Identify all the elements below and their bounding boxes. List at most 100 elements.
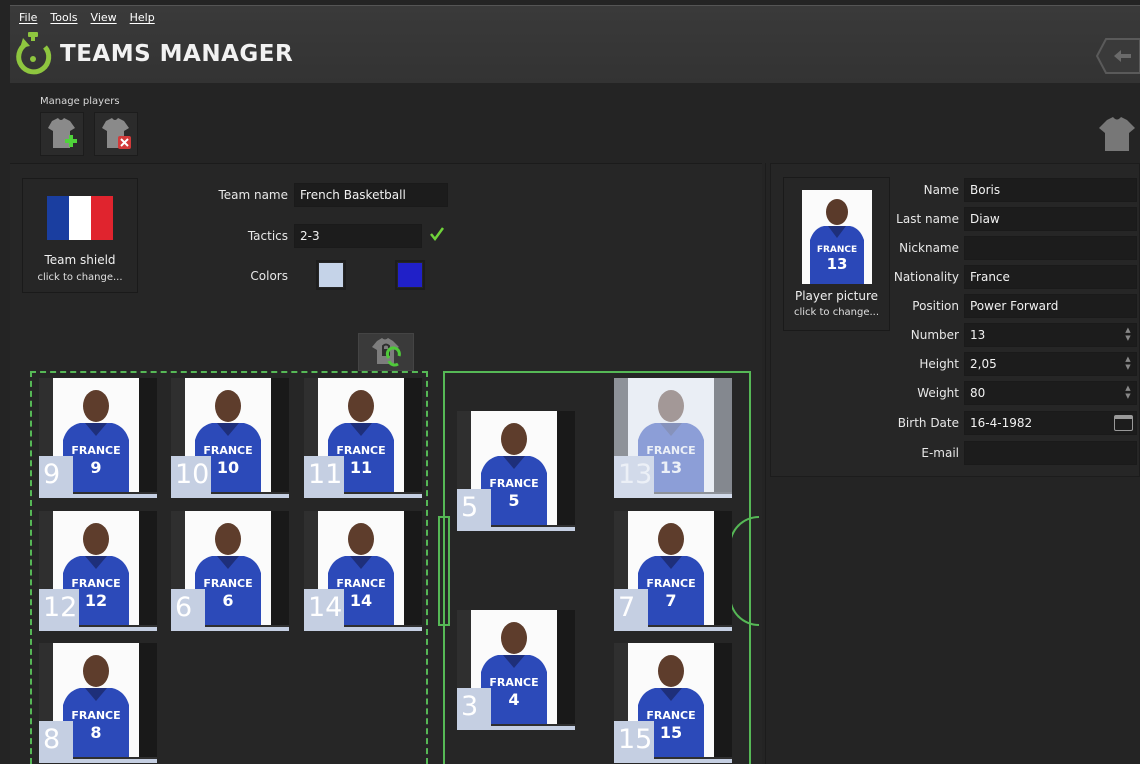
tactics-label: Tactics <box>247 229 288 243</box>
last-name-input[interactable]: Diaw <box>964 207 1137 231</box>
shirt-add-icon <box>48 118 77 148</box>
card-underline <box>39 494 157 498</box>
team-shield[interactable]: Team shield click to change... <box>22 178 138 293</box>
court-player-card[interactable]: FRANCE 15 15 <box>614 643 732 763</box>
spinner-arrows-icon[interactable]: ▲ ▼ <box>1124 384 1132 402</box>
bench-player-card[interactable]: FRANCE 9 9 <box>39 378 157 498</box>
jersey-text: FRANCE <box>817 245 857 255</box>
court-player-card[interactable]: FRANCE 5 5 <box>457 411 575 531</box>
card-shadow <box>271 511 289 625</box>
player-number-badge: 15 <box>614 721 654 759</box>
number-input[interactable]: 13 ▲ ▼ <box>964 323 1137 347</box>
stopwatch-refresh-icon <box>16 32 52 75</box>
shirt-lock-swap-icon <box>372 338 401 367</box>
bench-player-card[interactable]: FRANCE 12 12 <box>39 511 157 631</box>
secondary-color-swatch[interactable] <box>395 260 425 290</box>
nationality-label: Nationality <box>893 270 959 284</box>
bench-player-card[interactable]: FRANCE 14 14 <box>304 511 422 631</box>
birth-date-input[interactable]: 16-4-1982 <box>964 411 1137 435</box>
menu-bar: File Tools View Help <box>19 11 155 24</box>
panel-divider <box>765 163 766 764</box>
card-shadow <box>271 378 289 492</box>
flag-stripe-blue <box>47 196 69 240</box>
player-photo-image: FRANCE 13 <box>802 190 872 284</box>
number-label: Number <box>910 328 959 342</box>
jersey-text: FRANCE <box>489 676 538 689</box>
spinner-arrows-icon[interactable]: ▲ ▼ <box>1124 326 1132 344</box>
jersey-text: FRANCE <box>71 709 120 722</box>
player-number-badge: 3 <box>457 688 491 726</box>
card-underline <box>39 627 157 631</box>
shield-caption: Team shield <box>44 253 116 267</box>
remove-player-button[interactable] <box>94 112 138 156</box>
menu-help[interactable]: Help <box>130 11 155 24</box>
secondary-color-fill <box>398 263 422 287</box>
card-underline <box>304 494 422 498</box>
primary-color-fill <box>319 263 343 287</box>
jersey-number: 9 <box>90 458 101 477</box>
nickname-input[interactable] <box>964 236 1137 260</box>
team-name-input[interactable]: French Basketball <box>294 183 448 207</box>
flag-image <box>47 196 113 240</box>
player-picture-hint: click to change... <box>793 307 880 318</box>
weight-label: Weight <box>917 386 959 400</box>
weight-input[interactable]: 80 ▲ ▼ <box>964 381 1137 405</box>
court-player-card[interactable]: FRANCE1313 <box>614 378 732 498</box>
height-input[interactable]: 2,05 ▲ ▼ <box>964 352 1137 376</box>
spinner-arrows-icon[interactable]: ▲ ▼ <box>1124 355 1132 373</box>
bench-player-card[interactable]: FRANCE 11 11 <box>304 378 422 498</box>
tactics-input[interactable]: 2-3 <box>294 224 422 248</box>
bench-player-card[interactable]: FRANCE 10 10 <box>171 378 289 498</box>
card-shadow <box>557 411 575 525</box>
player-number-badge: 12 <box>39 589 79 627</box>
jersey-number: 11 <box>350 458 372 477</box>
position-value: Power Forward <box>970 299 1059 313</box>
height-label: Height <box>919 357 959 371</box>
card-underline <box>39 759 157 763</box>
card-underline <box>614 627 732 631</box>
primary-color-swatch[interactable] <box>316 260 346 290</box>
name-input[interactable]: Boris <box>964 178 1137 202</box>
position-input[interactable]: Power Forward <box>964 294 1137 318</box>
bench-player-card[interactable]: FRANCE 8 8 <box>39 643 157 763</box>
email-input[interactable] <box>964 441 1137 465</box>
card-shadow <box>557 610 575 724</box>
jersey-number: 10 <box>217 458 239 477</box>
jersey-number: 6 <box>222 591 233 610</box>
last-name-value: Diaw <box>970 212 1000 226</box>
card-underline <box>457 726 575 730</box>
weight-value: 80 <box>970 386 986 400</box>
jersey-number: 15 <box>660 723 682 742</box>
player-photo: FRANCE 13 <box>802 190 872 284</box>
jersey-number: 4 <box>508 690 519 709</box>
app-window: File Tools View Help TEAMS MANAGER Manag… <box>0 0 1140 764</box>
menu-file[interactable]: File <box>19 11 37 24</box>
court-player-card[interactable]: FRANCE 7 7 <box>614 511 732 631</box>
court-right-arc <box>729 516 759 626</box>
shirt-icon[interactable] <box>1098 117 1136 151</box>
jersey-number: 12 <box>85 591 107 610</box>
calendar-icon[interactable] <box>1114 415 1133 431</box>
check-icon[interactable] <box>427 222 447 246</box>
card-shadow <box>714 511 732 625</box>
add-player-button[interactable] <box>40 112 84 156</box>
position-label: Position <box>912 299 959 313</box>
bench-player-card[interactable]: FRANCE 6 6 <box>171 511 289 631</box>
player-picture[interactable]: FRANCE 13 Player picture click to change… <box>783 177 890 331</box>
back-arrow-icon[interactable] <box>1096 38 1140 74</box>
number-value: 13 <box>970 328 986 342</box>
birth-date-value: 16-4-1982 <box>970 416 1033 430</box>
court-player-card[interactable]: FRANCE 4 3 <box>457 610 575 730</box>
player-number-badge: 7 <box>614 589 648 627</box>
nationality-input[interactable]: France <box>964 265 1137 289</box>
jersey-number: 13 <box>827 255 848 273</box>
swap-players-button[interactable] <box>358 333 414 371</box>
menu-view[interactable]: View <box>91 11 117 24</box>
player-number-badge: 8 <box>39 721 73 759</box>
card-underline <box>614 759 732 763</box>
jersey-text: FRANCE <box>646 577 695 590</box>
nationality-value: France <box>970 270 1010 284</box>
height-value: 2,05 <box>970 357 997 371</box>
player-number-badge: 6 <box>171 589 205 627</box>
menu-tools[interactable]: Tools <box>50 11 77 24</box>
